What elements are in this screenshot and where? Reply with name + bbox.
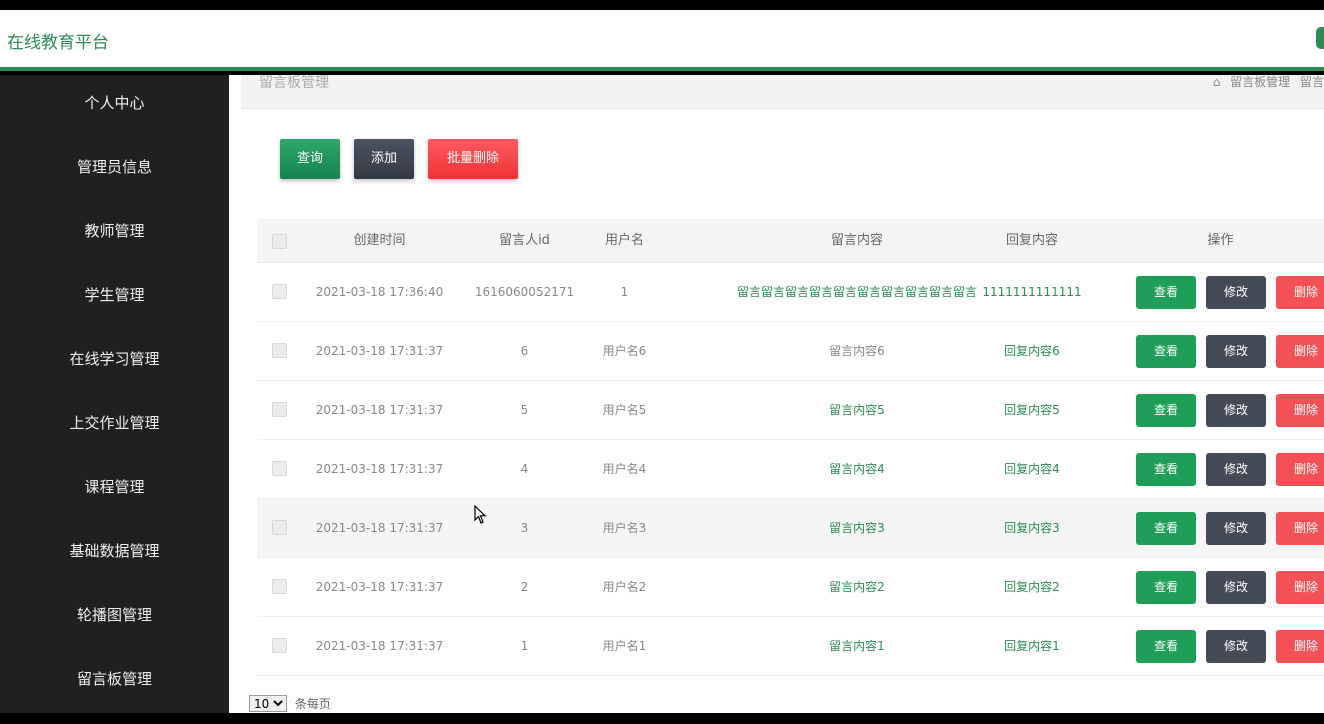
- page-size-suffix: 条每页: [294, 697, 331, 711]
- row-checkbox[interactable]: [272, 638, 287, 653]
- cell-reply-content: 回复内容5: [1004, 403, 1060, 417]
- sidebar-item-base-data[interactable]: 基础数据管理: [0, 531, 229, 571]
- edit-button[interactable]: 修改: [1206, 571, 1266, 604]
- sidebar-item-carousel[interactable]: 轮播图管理: [0, 595, 229, 635]
- page-title: 留言板管理: [259, 75, 329, 91]
- mouse-cursor-icon: [474, 505, 487, 524]
- delete-button[interactable]: 删除: [1276, 394, 1324, 427]
- breadcrumb-item-board[interactable]: 留言板管理: [1230, 75, 1290, 89]
- cell-created-time: 2021-03-18 17:36:40: [315, 285, 444, 299]
- cell-user-id: 1: [520, 639, 529, 653]
- sidebar-item-courses[interactable]: 课程管理: [0, 467, 229, 507]
- cell-username: 用户名1: [602, 639, 647, 653]
- top-header: 在线教育平台: [0, 10, 1324, 71]
- delete-button[interactable]: 删除: [1276, 512, 1324, 545]
- batch-delete-button[interactable]: 批量删除: [428, 139, 518, 179]
- cell-reply-content: 回复内容2: [1004, 580, 1060, 594]
- column-actions: 操作: [1207, 233, 1234, 248]
- edit-button[interactable]: 修改: [1206, 512, 1266, 545]
- edit-button[interactable]: 修改: [1206, 276, 1266, 309]
- query-button[interactable]: 查询: [280, 139, 340, 179]
- delete-button[interactable]: 删除: [1276, 276, 1324, 309]
- add-button[interactable]: 添加: [354, 139, 414, 179]
- view-button[interactable]: 查看: [1136, 571, 1196, 604]
- sidebar-item-message-board[interactable]: 留言板管理: [0, 659, 229, 699]
- table-header: 创建时间 留言人id 用户名 留言内容 回复内容 操作: [257, 219, 1324, 263]
- view-button[interactable]: 查看: [1136, 276, 1196, 309]
- edit-button[interactable]: 修改: [1206, 630, 1266, 663]
- table-row: 2021-03-18 17:31:37 4 用户名4 留言内容4 回复内容4 查…: [257, 440, 1324, 499]
- breadcrumb: 留言板管理 ⌂ 留言板管理 留言: [241, 75, 1324, 109]
- sidebar-item-profile[interactable]: 个人中心: [0, 83, 229, 123]
- cell-created-time: 2021-03-18 17:31:37: [315, 462, 444, 476]
- view-button[interactable]: 查看: [1136, 630, 1196, 663]
- row-checkbox[interactable]: [272, 520, 287, 535]
- table-row: 2021-03-18 17:31:37 2 用户名2 留言内容2 回复内容2 查…: [257, 558, 1324, 617]
- cell-reply-content: 回复内容6: [1004, 344, 1060, 358]
- delete-button[interactable]: 删除: [1276, 335, 1324, 368]
- sidebar-item-students[interactable]: 学生管理: [0, 275, 229, 315]
- delete-button[interactable]: 删除: [1276, 630, 1324, 663]
- cell-username: 用户名2: [602, 580, 647, 594]
- cell-user-id: 6: [520, 344, 529, 358]
- cell-username: 用户名5: [602, 403, 647, 417]
- cell-reply-content: 1111111111111: [982, 285, 1082, 299]
- sidebar-item-admin-info[interactable]: 管理员信息: [0, 147, 229, 187]
- sidebar-item-online-learning[interactable]: 在线学习管理: [0, 339, 229, 379]
- view-button[interactable]: 查看: [1136, 394, 1196, 427]
- table-row: 2021-03-18 17:31:37 6 用户名6 留言内容6 回复内容6 查…: [257, 322, 1324, 381]
- sidebar-item-teachers[interactable]: 教师管理: [0, 211, 229, 251]
- table-row: 2021-03-18 17:31:37 5 用户名5 留言内容5 回复内容5 查…: [257, 381, 1324, 440]
- table-row: 2021-03-18 17:31:37 3 用户名3 留言内容3 回复内容3 查…: [257, 499, 1324, 558]
- delete-button[interactable]: 删除: [1276, 453, 1324, 486]
- cell-username: 用户名4: [602, 462, 647, 476]
- column-username: 用户名: [604, 233, 644, 248]
- cell-user-id: 4: [520, 462, 529, 476]
- row-checkbox[interactable]: [272, 343, 287, 358]
- breadcrumb-item-message: 留言: [1299, 75, 1324, 89]
- cell-username: 用户名6: [602, 344, 647, 358]
- cell-created-time: 2021-03-18 17:31:37: [315, 521, 444, 535]
- cell-reply-content: 回复内容4: [1004, 462, 1060, 476]
- sidebar-item-homework[interactable]: 上交作业管理: [0, 403, 229, 443]
- table-row: 2021-03-18 17:36:40 1616060052171 1 留言留言…: [257, 263, 1324, 322]
- edit-button[interactable]: 修改: [1206, 453, 1266, 486]
- table-row: 2021-03-18 17:31:37 1 用户名1 留言内容1 回复内容1 查…: [257, 617, 1324, 676]
- delete-button[interactable]: 删除: [1276, 571, 1324, 604]
- row-checkbox[interactable]: [272, 402, 287, 417]
- view-button[interactable]: 查看: [1136, 453, 1196, 486]
- column-created-time: 创建时间: [353, 233, 406, 248]
- pagination: 10 条每页: [249, 695, 331, 713]
- user-menu-toggle[interactable]: [1316, 27, 1324, 49]
- cell-reply-content: 回复内容3: [1004, 521, 1060, 535]
- cell-user-id: 5: [520, 403, 529, 417]
- page-size-select[interactable]: 10: [249, 695, 287, 712]
- home-icon[interactable]: ⌂: [1213, 75, 1221, 89]
- view-button[interactable]: 查看: [1136, 335, 1196, 368]
- cell-reply-content: 回复内容1: [1004, 639, 1060, 653]
- app-title: 在线教育平台: [7, 33, 109, 53]
- cell-created-time: 2021-03-18 17:31:37: [315, 639, 444, 653]
- sidebar: 个人中心 管理员信息 教师管理 学生管理 在线学习管理 上交作业管理 课程管理 …: [0, 75, 229, 713]
- main-content: 留言板管理 ⌂ 留言板管理 留言 查询 添加 批量删除 创建时间 留言人id 用…: [229, 75, 1324, 713]
- cell-created-time: 2021-03-18 17:31:37: [315, 403, 444, 417]
- edit-button[interactable]: 修改: [1206, 335, 1266, 368]
- row-checkbox[interactable]: [272, 284, 287, 299]
- select-all-checkbox[interactable]: [272, 234, 287, 249]
- column-user-id: 留言人id: [499, 233, 550, 248]
- cell-created-time: 2021-03-18 17:31:37: [315, 344, 444, 358]
- cell-username: 用户名3: [602, 521, 647, 535]
- cell-user-id: 1616060052171: [474, 285, 575, 299]
- column-reply-content: 回复内容: [1005, 233, 1058, 248]
- row-checkbox[interactable]: [272, 461, 287, 476]
- edit-button[interactable]: 修改: [1206, 394, 1266, 427]
- view-button[interactable]: 查看: [1136, 512, 1196, 545]
- row-checkbox[interactable]: [272, 579, 287, 594]
- cell-created-time: 2021-03-18 17:31:37: [315, 580, 444, 594]
- breadcrumb-path: ⌂ 留言板管理 留言: [1207, 75, 1324, 89]
- cell-username: 1: [620, 285, 629, 299]
- cell-user-id: 2: [520, 580, 529, 594]
